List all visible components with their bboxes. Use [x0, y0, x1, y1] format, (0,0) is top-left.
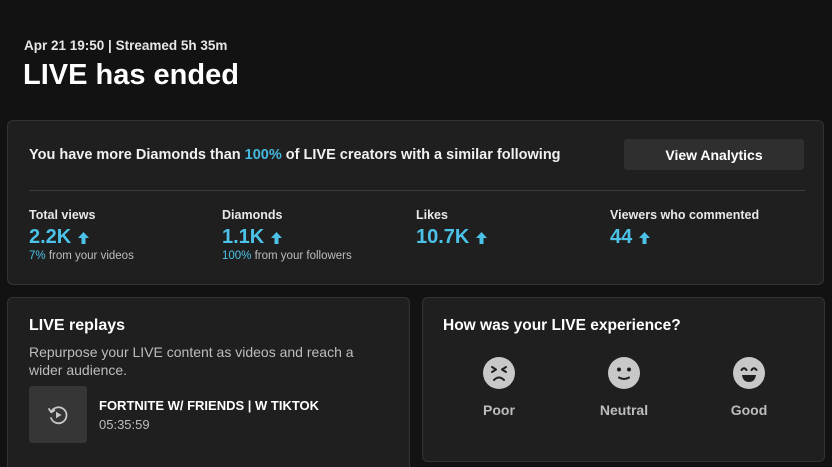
diamond-comparison-text: You have more Diamonds than 100% of LIVE… — [29, 147, 561, 163]
arrow-up-icon — [78, 231, 90, 244]
stat-label: Diamonds — [222, 208, 283, 222]
summary-panel: You have more Diamonds than 100% of LIVE… — [7, 120, 824, 285]
stream-meta: Apr 21 19:50 | Streamed 5h 35m — [24, 38, 228, 53]
stat-sub-pct: 7% — [29, 250, 46, 262]
stat-sub: 100% from your followers — [222, 250, 352, 262]
face-poor-icon — [483, 357, 515, 389]
face-neutral-icon — [608, 357, 640, 389]
replay-video-duration: 05:35:59 — [99, 417, 150, 432]
page-title: LIVE has ended — [23, 59, 239, 91]
experience-panel: How was your LIVE experience? Poor Neutr… — [422, 297, 825, 462]
stat-value: 2.2K — [29, 226, 134, 249]
rating-neutral[interactable]: Neutral — [579, 356, 669, 418]
stat-number: 1.1K — [222, 226, 265, 248]
face-good-icon — [733, 357, 765, 389]
live-replays-panel: LIVE replays Repurpose your LIVE content… — [7, 297, 410, 467]
diamond-suffix: of LIVE creators with a similar followin… — [281, 147, 561, 163]
stat-label: Total views — [29, 208, 96, 222]
arrow-up-icon — [639, 231, 651, 244]
stat-sub: 7% from your videos — [29, 250, 134, 262]
stat-number: 10.7K — [416, 226, 470, 248]
stat-sub-pct: 100% — [222, 250, 252, 262]
stat-value: 44 — [610, 226, 759, 249]
experience-title: How was your LIVE experience? — [443, 317, 681, 334]
stat-value: 10.7K — [416, 226, 488, 249]
replays-description: Repurpose your LIVE content as videos an… — [29, 344, 354, 378]
arrow-up-icon — [271, 231, 283, 244]
stat-diamonds: Diamonds 1.1K 100% from your followers — [222, 208, 352, 262]
replay-icon — [48, 405, 68, 424]
arrow-up-icon — [476, 231, 488, 244]
stat-total-views: Total views 2.2K 7% from your videos — [29, 208, 134, 262]
replay-thumbnail[interactable] — [29, 386, 87, 443]
stat-likes: Likes 10.7K — [416, 208, 488, 249]
stat-number: 44 — [610, 226, 633, 248]
stat-number: 2.2K — [29, 226, 72, 248]
stat-viewers-commented: Viewers who commented 44 — [610, 208, 759, 249]
divider — [29, 190, 805, 191]
rating-label: Poor — [483, 402, 515, 418]
rating-good[interactable]: Good — [704, 356, 794, 418]
diamond-percentage: 100% — [244, 147, 282, 163]
stat-label: Likes — [416, 208, 448, 222]
stat-sub-text: from your followers — [251, 250, 352, 262]
rating-label: Neutral — [599, 402, 649, 418]
replays-title: LIVE replays — [29, 317, 126, 334]
stat-sub-text: from your videos — [45, 250, 134, 262]
replay-video-title[interactable]: FORTNITE W/ FRIENDS | W TIKTOK — [99, 398, 319, 413]
diamond-prefix: You have more Diamonds than — [29, 147, 245, 163]
view-analytics-button[interactable]: View Analytics — [624, 139, 804, 170]
stat-value: 1.1K — [222, 226, 352, 249]
rating-poor[interactable]: Poor — [454, 356, 544, 418]
rating-label: Good — [730, 402, 768, 418]
stat-label: Viewers who commented — [610, 208, 760, 222]
